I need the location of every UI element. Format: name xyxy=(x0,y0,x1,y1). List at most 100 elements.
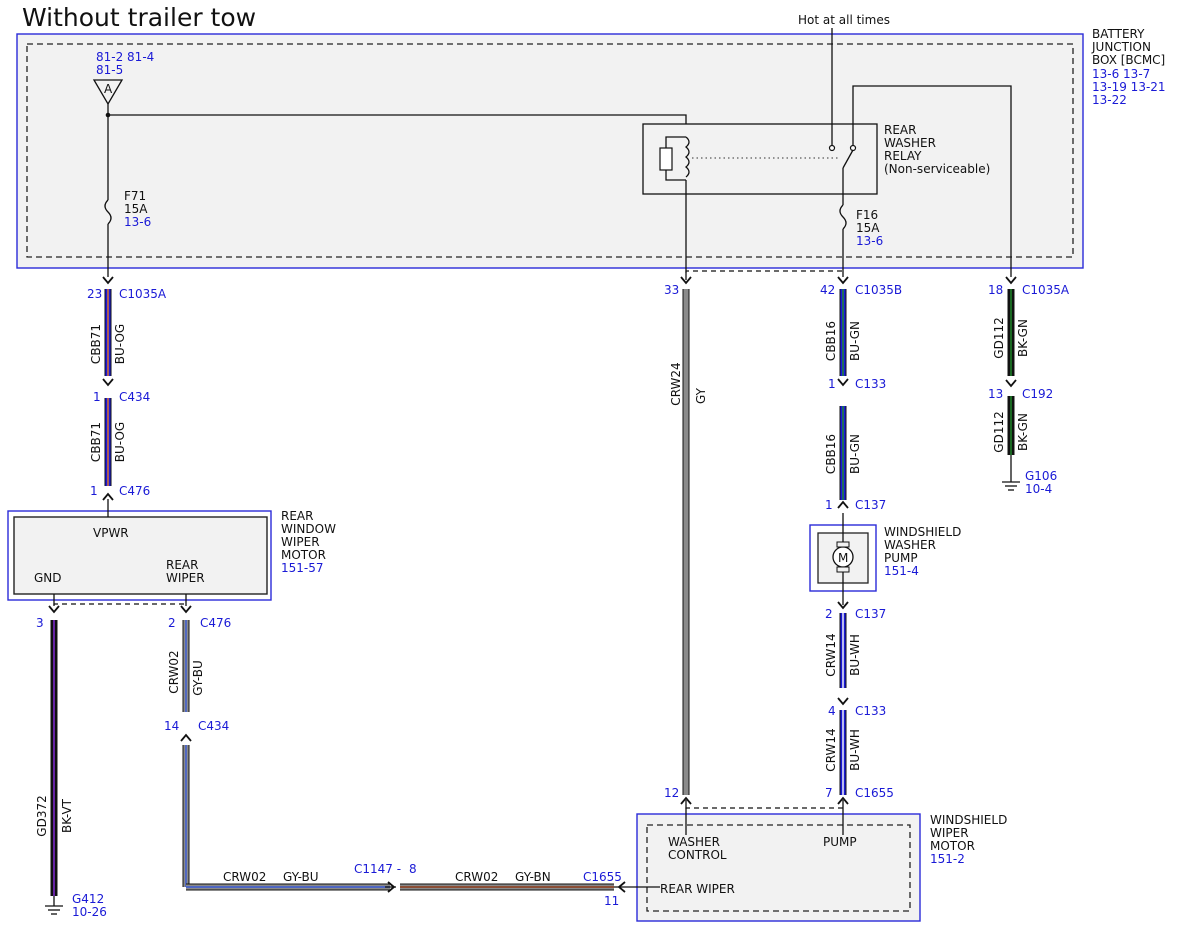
connector-name[interactable]: C1035B xyxy=(855,283,902,297)
pin-pump: PUMP xyxy=(823,835,857,849)
bjb-name-3: BOX [BCMC] xyxy=(1092,53,1165,67)
connector-pin: 1 xyxy=(828,377,836,391)
windshield-washer-pump: M WINDSHIELD WASHER PUMP 151-4 xyxy=(809,524,961,592)
wire-circuit: GD112 xyxy=(992,411,1006,452)
wire-color: GY xyxy=(694,387,708,404)
pin-rear-wiper-1: REAR xyxy=(166,558,198,572)
connector-name[interactable]: C434 xyxy=(198,719,229,733)
rear-window-wiper-motor: VPWR GND REAR WIPER REAR WINDOW WIPER MO… xyxy=(7,509,336,601)
wire-circuit: CRW14 xyxy=(824,633,838,676)
ws-motor-name-1: WINDSHIELD xyxy=(930,813,1007,827)
connector-name[interactable]: C133 xyxy=(855,704,886,718)
connector-arrow-icon xyxy=(102,378,114,387)
wire-color: GY-BN xyxy=(515,870,551,884)
connector-arrow-icon xyxy=(837,378,849,387)
connector-name[interactable]: C133 xyxy=(855,377,886,391)
splice-ref-2[interactable]: 81-5 xyxy=(96,63,123,77)
wire-color: GY-BU xyxy=(283,870,319,884)
splice-label: A xyxy=(104,82,113,96)
wire-color: BU-WH xyxy=(848,634,862,676)
connector-pin: 11 xyxy=(604,894,619,908)
pump-name-3: PUMP xyxy=(884,551,918,565)
pin-rear-wiper-2: WIPER xyxy=(166,571,205,585)
ground-name[interactable]: G106 xyxy=(1025,469,1057,483)
bjb-ref-3[interactable]: 13-22 xyxy=(1092,93,1127,107)
connector-arrow-icon xyxy=(180,733,192,742)
connector-pin: 23 xyxy=(87,287,102,301)
ws-motor-ref[interactable]: 151-2 xyxy=(930,852,965,866)
rear-motor-ref[interactable]: 151-57 xyxy=(281,561,324,575)
connector-name[interactable]: C476 xyxy=(200,616,231,630)
connector-pin: 2 xyxy=(825,607,833,621)
connector-arrow-icon xyxy=(1005,276,1017,285)
connector-name[interactable]: C476 xyxy=(119,484,150,498)
connector-arrow-icon xyxy=(837,276,849,285)
connector-name[interactable]: C1035A xyxy=(119,287,167,301)
connector-pin: 13 xyxy=(988,387,1003,401)
connector-name[interactable]: C1035A xyxy=(1022,283,1070,297)
pin-washer-control-2: CONTROL xyxy=(668,848,727,862)
connector-name[interactable]: C1147 - xyxy=(354,862,401,876)
wire-circuit: GD112 xyxy=(992,317,1006,358)
fuse-f16-name: F16 xyxy=(856,208,878,222)
connector-arrow-icon xyxy=(180,605,192,614)
rear-motor-name-3: WIPER xyxy=(281,535,320,549)
pump-ref[interactable]: 151-4 xyxy=(884,564,919,578)
ground-name[interactable]: G412 xyxy=(72,892,104,906)
wire-circuit: CRW02 xyxy=(167,650,181,693)
bjb-ref-1[interactable]: 13-6 13-7 xyxy=(1092,67,1150,81)
wire-circuit: CRW02 xyxy=(455,870,498,884)
fuse-f71-name: F71 xyxy=(124,189,146,203)
relay-name-2: WASHER xyxy=(884,136,936,150)
pump-name-1: WINDSHIELD xyxy=(884,525,961,539)
rear-motor-name-4: MOTOR xyxy=(281,548,326,562)
wire-circuit: CBB71 xyxy=(89,422,103,462)
bjb-name-2: JUNCTION xyxy=(1091,40,1151,54)
connector-arrow-icon xyxy=(48,605,60,614)
connector-pin: 1 xyxy=(90,484,98,498)
splice-ref-1[interactable]: 81-2 81-4 xyxy=(96,50,154,64)
ground-ref[interactable]: 10-26 xyxy=(72,905,107,919)
connector-pin: 33 xyxy=(664,283,679,297)
wire-color: BK-GN xyxy=(1016,413,1030,451)
connector-pin: 7 xyxy=(825,786,833,800)
connector-arrow-icon xyxy=(837,500,849,509)
wire-color: BU-OG xyxy=(113,324,127,364)
wire-color: GY-BU xyxy=(191,660,205,696)
connector-pin: 3 xyxy=(36,616,44,630)
connector-name[interactable]: C192 xyxy=(1022,387,1053,401)
connector-pin: 2 xyxy=(168,616,176,630)
connector-name[interactable]: C1655 xyxy=(855,786,894,800)
pin-gnd: GND xyxy=(34,571,62,585)
fuse-f16-ref[interactable]: 13-6 xyxy=(856,234,883,248)
relay-name-4: (Non-serviceable) xyxy=(884,162,990,176)
connector-name[interactable]: C1655 xyxy=(583,870,622,884)
connector-pin: 1 xyxy=(93,390,101,404)
connector-pin: 12 xyxy=(664,786,679,800)
ground-g106: G106 10-4 xyxy=(1002,455,1057,496)
wire-circuit: CBB16 xyxy=(824,434,838,474)
connector-pin: 14 xyxy=(164,719,179,733)
windshield-wiper-motor: WASHER CONTROL PUMP REAR WIPER WINDSHIEL… xyxy=(636,813,1007,922)
fuse-f71-ref[interactable]: 13-6 xyxy=(124,215,151,229)
motor-symbol: M xyxy=(838,551,848,565)
diagram-title: Without trailer tow xyxy=(22,3,256,32)
wire-color: BU-GN xyxy=(848,434,862,474)
ground-g412: G412 10-26 xyxy=(45,892,107,919)
ground-ref[interactable]: 10-4 xyxy=(1025,482,1052,496)
hot-at-all-times-label: Hot at all times xyxy=(798,13,890,27)
wire-circuit: CBB16 xyxy=(824,321,838,361)
connector-name[interactable]: C434 xyxy=(119,390,150,404)
wiring-diagram: Without trailer tow BATTERY JUNCTION BOX… xyxy=(7,3,1166,922)
bjb-ref-2[interactable]: 13-19 13-21 xyxy=(1092,80,1166,94)
rear-motor-name-1: REAR xyxy=(281,509,313,523)
wire-color: BK-VT xyxy=(60,798,74,833)
battery-junction-box: BATTERY JUNCTION BOX [BCMC] 13-6 13-7 13… xyxy=(16,27,1166,269)
wire-circuit: CRW24 xyxy=(669,362,683,405)
connector-name[interactable]: C137 xyxy=(855,498,886,512)
connector-arrow-icon xyxy=(102,276,114,285)
wire-circuit: CBB71 xyxy=(89,324,103,364)
connector-name[interactable]: C137 xyxy=(855,607,886,621)
bjb-name-1: BATTERY xyxy=(1092,27,1145,41)
rear-motor-name-2: WINDOW xyxy=(281,522,336,536)
